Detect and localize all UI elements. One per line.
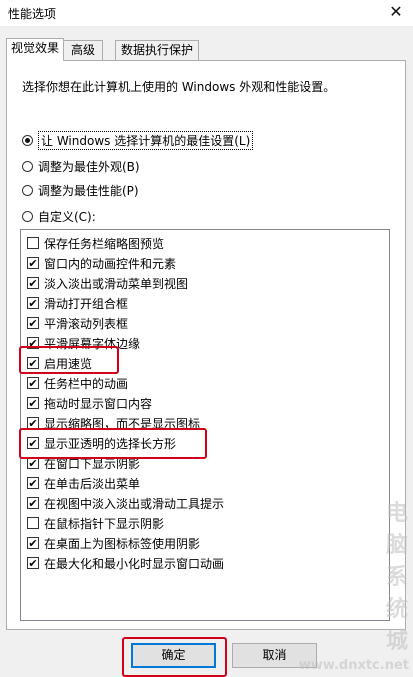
list-item[interactable]: 在鼠标指针下显示阴影 <box>27 514 164 532</box>
checkbox[interactable] <box>27 257 39 269</box>
radio-icon[interactable] <box>22 210 33 222</box>
radio-selected-icon[interactable] <box>22 134 33 146</box>
checkbox[interactable] <box>27 397 39 409</box>
radio-icon[interactable] <box>22 184 33 196</box>
checkbox[interactable] <box>27 277 39 289</box>
highlight-box-ok <box>122 637 227 677</box>
highlight-box-enable-peek <box>19 346 119 374</box>
list-item[interactable]: 在最大化和最小化时显示窗口动画 <box>27 554 224 572</box>
window-title: 性能选项 <box>8 7 57 21</box>
tab-advanced[interactable]: 高级 <box>63 40 103 60</box>
list-item[interactable]: 滑动打开组合框 <box>27 294 128 312</box>
list-item-label: 保存任务栏缩略图预览 <box>44 236 165 251</box>
tab-data-execution-prevention[interactable]: 数据执行保护 <box>115 40 199 60</box>
list-item[interactable]: 保存任务栏缩略图预览 <box>27 234 164 252</box>
list-item[interactable]: 在视图中淡入淡出或滑动工具提示 <box>27 494 224 512</box>
list-item-label: 在单击后淡出菜单 <box>44 476 141 491</box>
radio-icon[interactable] <box>22 160 33 172</box>
checkbox[interactable] <box>27 517 39 529</box>
list-item[interactable]: 在单击后淡出菜单 <box>27 474 140 492</box>
list-item-label: 窗口内的动画控件和元素 <box>44 256 177 271</box>
checkbox[interactable] <box>27 477 39 489</box>
radio-custom[interactable]: 自定义(C): <box>22 207 96 225</box>
watermark-url: www.dnxtc.net <box>298 658 409 673</box>
close-icon[interactable]: ✕ <box>385 2 407 22</box>
list-item[interactable]: 拖动时显示窗口内容 <box>27 394 152 412</box>
checkbox[interactable] <box>27 557 39 569</box>
list-item[interactable]: 在桌面上为图标标签使用阴影 <box>27 534 200 552</box>
list-item-label: 平滑滚动列表框 <box>44 316 129 331</box>
checkbox[interactable] <box>27 297 39 309</box>
tab-visual-effects[interactable]: 视觉效果 <box>6 38 64 61</box>
highlight-box-translucent-selection <box>19 428 207 459</box>
list-item-label: 任务栏中的动画 <box>44 376 129 391</box>
radio-label[interactable]: 自定义(C): <box>38 208 96 225</box>
radio-let-windows-choose[interactable]: 让 Windows 选择计算机的最佳设置(L) <box>22 130 254 150</box>
checkbox[interactable] <box>27 537 39 549</box>
description-text: 选择你想在此计算机上使用的 Windows 外观和性能设置。 <box>22 80 336 94</box>
radio-label[interactable]: 调整为最佳外观(B) <box>38 158 140 175</box>
list-item[interactable]: 任务栏中的动画 <box>27 374 128 392</box>
visual-effects-list[interactable]: 保存任务栏缩略图预览 窗口内的动画控件和元素 淡入淡出或滑动菜单到视图 滑动打开… <box>20 229 390 621</box>
radio-label[interactable]: 调整为最佳性能(P) <box>38 182 139 199</box>
checkbox[interactable] <box>27 377 39 389</box>
list-item-label: 拖动时显示窗口内容 <box>44 396 153 411</box>
list-item[interactable]: 平滑滚动列表框 <box>27 314 128 332</box>
list-item-label: 在视图中淡入淡出或滑动工具提示 <box>44 496 225 511</box>
watermark-text: 电脑系统城 <box>385 501 409 654</box>
title-bar: 性能选项 ✕ <box>0 0 413 26</box>
radio-label[interactable]: 让 Windows 选择计算机的最佳设置(L) <box>38 130 254 150</box>
checkbox[interactable] <box>27 497 39 509</box>
radio-best-performance[interactable]: 调整为最佳性能(P) <box>22 181 139 199</box>
list-item[interactable]: 淡入淡出或滑动菜单到视图 <box>27 274 188 292</box>
list-item-label: 滑动打开组合框 <box>44 296 129 311</box>
list-item[interactable]: 窗口内的动画控件和元素 <box>27 254 176 272</box>
checkbox[interactable] <box>27 317 39 329</box>
list-item-label: 淡入淡出或滑动菜单到视图 <box>44 276 189 291</box>
list-item-label: 在鼠标指针下显示阴影 <box>44 516 165 531</box>
radio-best-appearance[interactable]: 调整为最佳外观(B) <box>22 157 140 175</box>
checkbox[interactable] <box>27 237 39 249</box>
list-item-label: 在桌面上为图标标签使用阴影 <box>44 536 201 551</box>
list-item-label: 在最大化和最小化时显示窗口动画 <box>44 556 225 571</box>
